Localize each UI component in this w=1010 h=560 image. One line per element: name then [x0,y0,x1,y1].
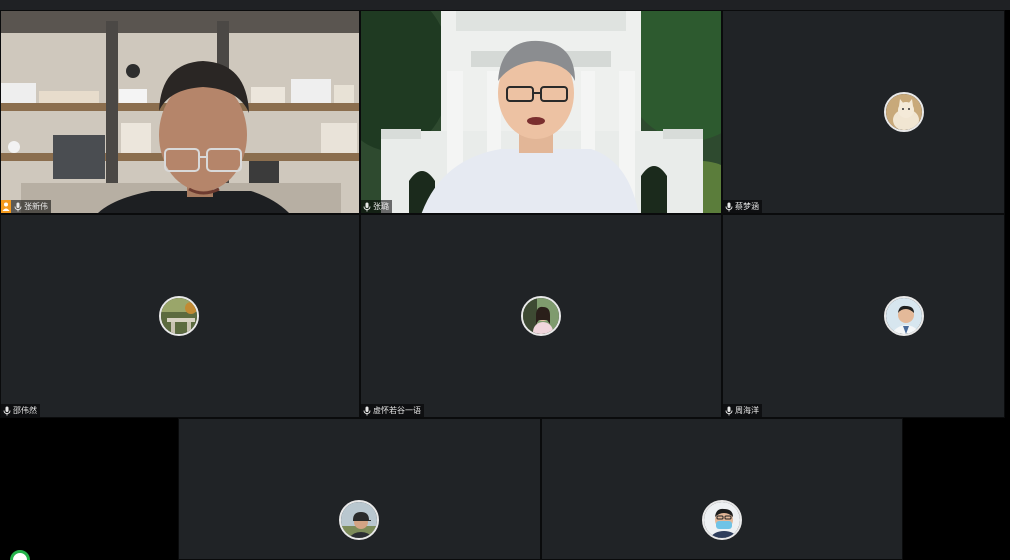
participant-label-6: 周海洋 [723,404,762,417]
participant-name: 张璐 [373,202,389,211]
garden-avatar [159,296,199,336]
participant-label-1: 张新伟 [1,200,51,213]
microphone-icon [363,202,371,211]
video-feed-2 [361,11,721,213]
participant-name: 邵伟然 [13,406,37,415]
man-cap-avatar [339,500,379,540]
participant-tile-7[interactable] [178,418,541,560]
microphone-icon [363,406,371,415]
woman-avatar [521,296,561,336]
host-person-icon [1,200,11,213]
participant-label-2: 张璐 [361,200,392,213]
microphone-icon [725,202,733,211]
participant-name: 虚怀若谷一语 [373,406,421,415]
participant-tile-8[interactable] [541,418,903,560]
participant-tile-3[interactable]: 蔡梦涵 [722,10,1005,214]
participant-name: 张新伟 [24,202,48,211]
microphone-icon [3,406,11,415]
participant-tile-1[interactable]: 张新伟 [0,10,360,214]
window-edge [1005,10,1010,560]
participant-tile-2[interactable]: 张璐 [360,10,722,214]
man-white-coat-avatar [884,296,924,336]
participant-name: 蔡梦涵 [735,202,759,211]
participant-name: 周海洋 [735,406,759,415]
top-bar [0,0,1010,10]
cat-avatar [884,92,924,132]
participant-label-4: 邵伟然 [1,404,40,417]
participant-tile-6[interactable]: 周海洋 [722,214,1005,418]
participant-label-3: 蔡梦涵 [723,200,762,213]
microphone-icon [14,202,22,211]
participant-tile-5[interactable]: 虚怀若谷一语 [360,214,722,418]
video-feed-1 [1,11,359,213]
participant-tile-4[interactable]: 邵伟然 [0,214,360,418]
participant-label-5: 虚怀若谷一语 [361,404,424,417]
microphone-icon [725,406,733,415]
man-mask-avatar [702,500,742,540]
connection-status-icon[interactable] [10,550,30,560]
